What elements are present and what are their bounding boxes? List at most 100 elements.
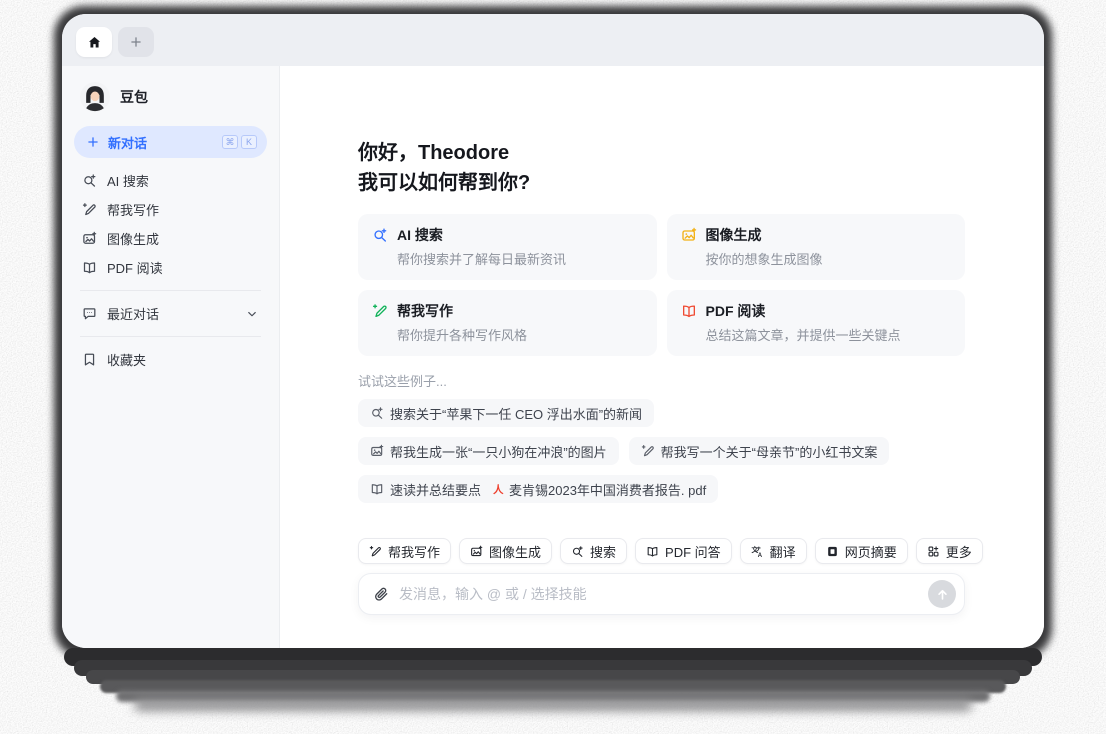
webpage-icon [826, 545, 839, 558]
tab-bar [62, 14, 1044, 66]
card-write[interactable]: 帮我写作 帮你提升各种写作风格 [358, 290, 657, 356]
toolbar-write-button[interactable]: 帮我写作 [358, 538, 452, 564]
new-chat-button[interactable]: 新对话 ⌘ K [74, 126, 267, 158]
book-icon [370, 482, 384, 496]
chevron-down-icon[interactable] [245, 307, 259, 321]
image-icon [681, 227, 697, 243]
sidebar-item-pdf-read[interactable]: PDF 阅读 [74, 253, 267, 282]
sidebar-item-favorites[interactable]: 收藏夹 [74, 345, 267, 374]
card-desc: 总结这篇文章，并提供一些关键点 [705, 328, 901, 343]
toolbar-label: 更多 [945, 544, 972, 560]
k-key-badge: K [241, 135, 257, 149]
translate-icon [751, 545, 764, 558]
ai-search-icon [571, 545, 584, 558]
file-name: 麦肯锡2023年中国消费者报告. pdf [509, 482, 707, 498]
example-chips: 搜索关于“苹果下一任 CEO 浮出水面”的新闻 帮我生成一张“一只小狗在冲浪”的… [358, 399, 918, 503]
example-chip-generate-image[interactable]: 帮我生成一张“一只小狗在冲浪”的图片 [358, 437, 619, 465]
more-grid-icon [927, 545, 940, 558]
sidebar-item-recent-chats[interactable]: 最近对话 [74, 299, 267, 328]
bookmark-icon [82, 352, 97, 367]
home-icon [87, 35, 102, 50]
toolbar-more-button[interactable]: 更多 [915, 538, 983, 564]
toolbar-label: 图像生成 [489, 544, 542, 560]
arrow-up-icon [935, 587, 950, 602]
sidebar-item-label: 收藏夹 [107, 353, 147, 368]
divider [80, 290, 261, 291]
profile-row[interactable]: 豆包 [74, 78, 267, 126]
toolbar-label: 搜索 [590, 544, 617, 560]
toolbar-web-summary-button[interactable]: 网页摘要 [814, 538, 908, 564]
ai-search-icon [370, 406, 384, 420]
toolbar-label: PDF 问答 [665, 544, 721, 560]
plus-icon [86, 135, 100, 149]
sidebar-item-image-gen[interactable]: 图像生成 [74, 224, 267, 253]
toolbar-search-button[interactable]: 搜索 [560, 538, 628, 564]
book-icon [82, 260, 97, 275]
chat-bubble-icon [82, 306, 97, 321]
image-icon [370, 444, 384, 458]
sidebar-item-label: AI 搜索 [107, 174, 149, 189]
card-title: 图像生成 [705, 227, 762, 243]
toolbar-translate-button[interactable]: 翻译 [739, 538, 807, 564]
new-tab-button[interactable] [118, 27, 154, 57]
home-tab[interactable] [76, 27, 112, 57]
paperclip-icon[interactable] [373, 586, 389, 602]
shortcut-keys: ⌘ K [222, 135, 257, 149]
toolbar-pdf-qa-button[interactable]: PDF 问答 [635, 538, 732, 564]
card-desc: 帮你搜索并了解每日最新资讯 [397, 252, 567, 267]
toolbar-label: 帮我写作 [388, 544, 441, 560]
skill-toolbar: 帮我写作 图像生成 搜索 PDF 问答 翻译 网页摘要 更多 [358, 538, 983, 564]
write-icon [369, 545, 382, 558]
ai-search-icon [82, 173, 97, 188]
card-image-gen[interactable]: 图像生成 按你的想象生成图像 [666, 214, 965, 280]
window-body: 豆包 新对话 ⌘ K AI 搜索 帮我写作 图像生成 PDF 阅读 最近对话 收… [62, 66, 1044, 648]
screenshot-stage: 豆包 新对话 ⌘ K AI 搜索 帮我写作 图像生成 PDF 阅读 最近对话 收… [0, 0, 1106, 734]
card-ai-search[interactable]: AI 搜索 帮你搜索并了解每日最新资讯 [358, 214, 657, 280]
main-panel: 你好，Theodore 我可以如何帮到你? AI 搜索 帮你搜索并了解每日最新资… [280, 66, 1044, 648]
image-icon [470, 545, 483, 558]
example-chip-text: 搜索关于“苹果下一任 CEO 浮出水面”的新闻 [390, 406, 643, 422]
example-chip-write-copy[interactable]: 帮我写一个关于“母亲节”的小红书文案 [628, 437, 890, 465]
toolbar-image-gen-button[interactable]: 图像生成 [459, 538, 553, 564]
sidebar-item-label: 图像生成 [107, 232, 160, 247]
greeting-line-2: 我可以如何帮到你? [358, 172, 531, 194]
sidebar-item-label: PDF 阅读 [107, 261, 163, 276]
feature-cards: AI 搜索 帮你搜索并了解每日最新资讯 图像生成 按你的想象生成图像 帮我写作 … [358, 214, 965, 356]
book-icon [681, 303, 697, 319]
avatar [80, 82, 110, 112]
card-desc: 帮你提升各种写作风格 [397, 328, 528, 343]
card-title: PDF 阅读 [705, 303, 766, 319]
toolbar-label: 翻译 [769, 544, 796, 560]
examples-label: 试试这些例子... [358, 374, 447, 389]
example-chip-text: 帮我生成一张“一只小狗在冲浪”的图片 [390, 444, 607, 460]
example-chip-summarize-pdf[interactable]: 速读并总结要点 麦肯锡2023年中国消费者报告. pdf [358, 475, 719, 503]
example-chip-search-news[interactable]: 搜索关于“苹果下一任 CEO 浮出水面”的新闻 [358, 399, 655, 427]
card-desc: 按你的想象生成图像 [705, 252, 823, 267]
card-title: 帮我写作 [397, 303, 453, 319]
sidebar-item-write[interactable]: 帮我写作 [74, 195, 267, 224]
write-icon [372, 303, 388, 319]
sidebar-item-ai-search[interactable]: AI 搜索 [74, 166, 267, 195]
attached-file: 麦肯锡2023年中国消费者报告. pdf [491, 480, 706, 499]
example-chip-text: 帮我写一个关于“母亲节”的小红书文案 [660, 444, 878, 460]
ai-search-icon [372, 227, 388, 243]
command-key-badge: ⌘ [222, 135, 238, 149]
book-icon [646, 545, 659, 558]
send-button[interactable] [928, 580, 956, 608]
write-icon [82, 202, 97, 217]
input-placeholder: 发消息，输入 @ 或 / 选择技能 [399, 586, 587, 602]
sidebar-item-label: 最近对话 [107, 307, 160, 322]
profile-name: 豆包 [120, 89, 148, 105]
message-input[interactable]: 发消息，输入 @ 或 / 选择技能 [358, 573, 965, 615]
stacked-shadow-band [134, 699, 972, 711]
greeting-line-1: 你好，Theodore [358, 142, 510, 164]
example-chip-text: 速读并总结要点 [390, 482, 482, 498]
card-title: AI 搜索 [397, 227, 443, 243]
plus-icon [129, 35, 143, 49]
divider [80, 336, 261, 337]
card-pdf-read[interactable]: PDF 阅读 总结这篇文章，并提供一些关键点 [666, 290, 965, 356]
sidebar-nav: AI 搜索 帮我写作 图像生成 PDF 阅读 最近对话 收藏夹 [74, 166, 267, 374]
app-window: 豆包 新对话 ⌘ K AI 搜索 帮我写作 图像生成 PDF 阅读 最近对话 收… [62, 14, 1044, 648]
new-chat-label: 新对话 [108, 135, 148, 151]
image-icon [82, 231, 97, 246]
